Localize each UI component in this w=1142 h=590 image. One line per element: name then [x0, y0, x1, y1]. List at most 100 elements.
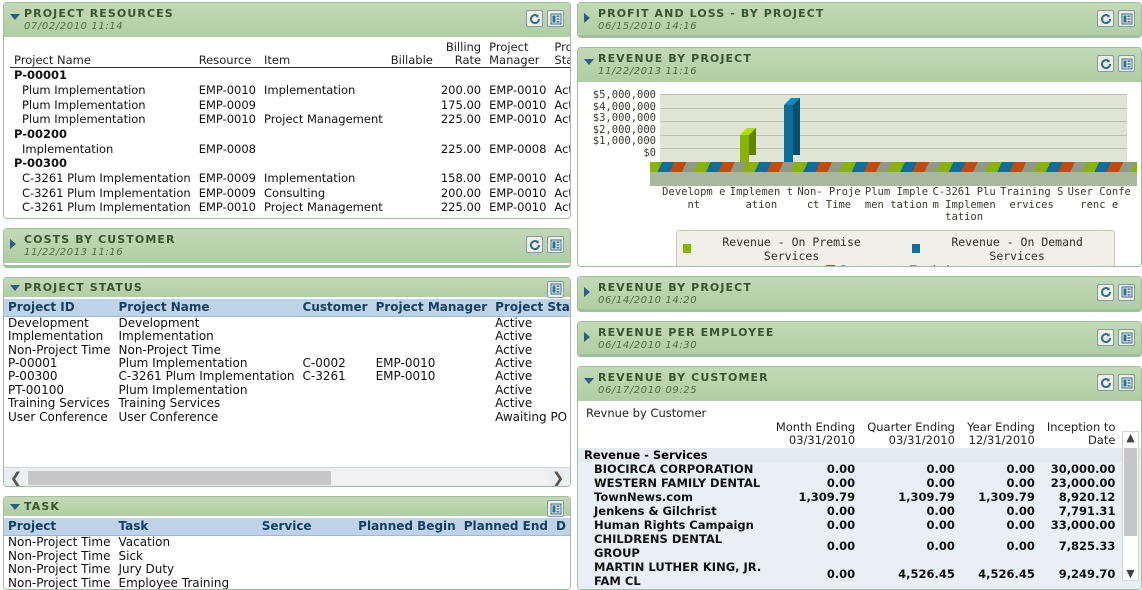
legend-swatch	[911, 244, 921, 254]
table-row[interactable]: ImplementationImplementationActiveEx	[4, 329, 570, 343]
scrollbar-thumb[interactable]	[28, 471, 331, 486]
expand-triangle-icon[interactable]	[584, 286, 590, 297]
cell-item	[260, 98, 387, 113]
collapse-triangle-icon[interactable]	[10, 504, 20, 511]
col-project-id[interactable]: Project ID	[4, 298, 115, 317]
table-row[interactable]: TownNews.com 1,309.79 1,309.79 1,309.79 8,92…	[578, 490, 1141, 505]
cell-manager: EMP-0010	[489, 171, 547, 185]
project-status-table: Project ID Project Name Customer Project…	[4, 298, 570, 424]
portlet-title: TASK	[24, 500, 61, 514]
cell-task: Vacation	[118, 535, 171, 550]
list-menu-icon[interactable]	[1118, 374, 1135, 392]
col-service[interactable]: Service	[257, 518, 355, 537]
vertical-scrollbar[interactable]: ▲ ▼	[1122, 431, 1139, 582]
list-menu-icon[interactable]	[1118, 283, 1135, 301]
col-project-manager[interactable]: Project Manager	[371, 298, 492, 317]
section-label: Revenue - Services	[578, 448, 1141, 463]
table-row[interactable]: CHILDRENS DENTAL GROUP 0.00 0.00 0.00 7,825.…	[578, 532, 1141, 561]
list-menu-icon[interactable]	[547, 280, 564, 298]
col-project-name[interactable]: Project Name	[114, 298, 299, 317]
chart-bar[interactable]	[740, 128, 757, 163]
table-row[interactable]: DevelopmentDevelopmentActiveIn	[4, 316, 570, 330]
table-row[interactable]: P-00001 Plum Implementation C-0002 EMP-0010…	[4, 356, 570, 370]
col-planned-end[interactable]: Planned End	[459, 518, 553, 537]
portlet-header-revenue-per-employee[interactable]: REVENUE PER EMPLOYEE 06/14/2010 14:30	[578, 322, 1141, 355]
table-row[interactable]: Jenkens & Gilchrist 0.00 0.00 0.00 7,791.31	[578, 504, 1141, 519]
scrollbar-track[interactable]	[26, 471, 548, 486]
refresh-icon[interactable]	[526, 10, 543, 27]
expand-triangle-icon[interactable]	[10, 239, 16, 250]
list-menu-icon[interactable]	[547, 10, 564, 27]
refresh-icon[interactable]	[526, 236, 543, 254]
refresh-icon[interactable]	[1097, 329, 1114, 347]
collapse-triangle-icon[interactable]	[10, 14, 20, 20]
cell-begin	[354, 577, 460, 589]
refresh-icon[interactable]	[1097, 10, 1114, 27]
col-project-status[interactable]: Project Status	[491, 298, 570, 317]
legend-item[interactable]: Revenue - On Demand Services	[911, 235, 1108, 263]
collapse-triangle-icon[interactable]	[584, 59, 594, 66]
table-row[interactable]: C-3261 Plum Implementation EMP-0010 Projec…	[10, 200, 570, 215]
expand-triangle-icon[interactable]	[584, 13, 590, 23]
portlet-header-project-status[interactable]: PROJECT STATUS	[4, 277, 570, 299]
collapse-triangle-icon[interactable]	[10, 284, 20, 291]
list-menu-icon[interactable]	[1118, 10, 1135, 27]
col-truncated[interactable]: D	[552, 518, 570, 537]
table-row[interactable]: Non-Project Time Jury Duty	[4, 562, 570, 576]
table-row[interactable]: Training Services Training Services Active…	[4, 396, 570, 410]
scroll-down-icon[interactable]: ▼	[1126, 568, 1134, 580]
col-project[interactable]: Project	[4, 518, 115, 537]
legend-item[interactable]: Revenue - On Premise Services	[683, 235, 886, 263]
expand-triangle-icon[interactable]	[584, 332, 590, 343]
scroll-left-icon[interactable]: ❮	[6, 470, 26, 486]
table-row[interactable]: Non-Project Time Employee Training	[4, 576, 570, 589]
list-menu-icon[interactable]	[547, 236, 564, 254]
portlet-title: COSTS BY CUSTOMER	[24, 233, 176, 247]
col-task[interactable]: Task	[114, 518, 258, 537]
chart-bar[interactable]	[784, 98, 801, 163]
scroll-up-icon[interactable]: ▲	[1126, 432, 1134, 444]
portlet-header-revenue-by-project[interactable]: REVENUE BY PROJECT 11/22/2013 11:16	[578, 48, 1141, 85]
table-row[interactable]: C-3261 Plum Implementation EMP-0009 Implem…	[10, 171, 570, 186]
portlet-header-costs-by-customer[interactable]: COSTS BY CUSTOMER 11/22/2013 11:16	[4, 229, 570, 265]
table-row[interactable]: Human Rights Campaign 0.00 0.00 0.00 33,000.…	[578, 518, 1141, 533]
horizontal-scrollbar[interactable]: ❮ ❯	[4, 466, 570, 487]
list-menu-icon[interactable]	[1118, 55, 1135, 73]
scroll-right-icon[interactable]: ❯	[548, 470, 568, 486]
cell-resource: EMP-0008	[198, 141, 256, 156]
table-row[interactable]: PT-00100Plum ImplementationActivePr	[4, 383, 570, 397]
table-row[interactable]: Plum Implementation EMP-0010 Project Manag…	[10, 112, 570, 127]
col-customer[interactable]: Customer	[298, 298, 372, 317]
table-row[interactable]: Non-Project Time Vacation	[4, 536, 570, 550]
table-row[interactable]: Non-Project Time Sick	[4, 549, 570, 563]
table-row[interactable]: User Conference User Conference Awaiting P…	[4, 410, 570, 424]
portlet-header-project-resources[interactable]: PROJECT RESOURCES 07/02/2010 11:14	[4, 3, 570, 39]
scrollbar-thumb[interactable]	[1124, 448, 1137, 537]
table-row[interactable]: Non-Project TimeNon-Project TimeActiveIn	[4, 343, 570, 357]
cell-month: 0.00	[769, 476, 862, 491]
table-row[interactable]: MARTIN LUTHER KING, JR. FAM CL 0.00 4,526.…	[578, 560, 1141, 589]
legend-item[interactable]: Revenue - Training	[825, 263, 965, 266]
table-row[interactable]: Implementation EMP-0008 225.00 EMP-0008 Acti…	[10, 141, 570, 157]
cell-begin	[354, 563, 460, 576]
cell-billable	[387, 171, 437, 186]
list-menu-icon[interactable]	[547, 500, 564, 518]
refresh-icon[interactable]	[1097, 55, 1114, 73]
table-row[interactable]: Plum Implementation EMP-0010 Implementatio…	[10, 83, 570, 98]
table-row[interactable]: WESTERN FAMILY DENTAL 0.00 0.00 0.00 23,000.…	[578, 476, 1141, 491]
table-row[interactable]: BIOCIRCA CORPORATION 0.00 0.00 0.00 30,000.0…	[578, 462, 1141, 477]
table-row[interactable]: P-00300 C-3261 Plum Implementation C-3261 E…	[4, 369, 570, 384]
col-planned-begin[interactable]: Planned Begin	[354, 518, 460, 537]
portlet-header-profit-and-loss[interactable]: PROFIT AND LOSS - BY PROJECT 06/15/2010 …	[578, 3, 1141, 36]
project-resources-table: Project Name Resource Item Billable Bill…	[10, 41, 570, 215]
refresh-icon[interactable]	[1097, 283, 1114, 301]
portlet-header-revenue-by-project-2[interactable]: REVENUE BY PROJECT 06/14/2010 14:20	[578, 276, 1141, 310]
table-row[interactable]: Plum Implementation EMP-0009 175.00 EMP-001…	[10, 98, 570, 113]
table-row[interactable]: C-3261 Plum Implementation EMP-0009 Consul…	[10, 186, 570, 201]
list-menu-icon[interactable]	[1118, 329, 1135, 347]
cell-id: P-00300	[8, 369, 58, 384]
collapse-triangle-icon[interactable]	[584, 378, 594, 385]
portlet-header-task[interactable]: TASK	[4, 497, 570, 519]
portlet-header-revenue-by-customer[interactable]: REVENUE BY CUSTOMER 06/17/2010 09:25	[578, 367, 1141, 404]
refresh-icon[interactable]	[1097, 374, 1114, 392]
